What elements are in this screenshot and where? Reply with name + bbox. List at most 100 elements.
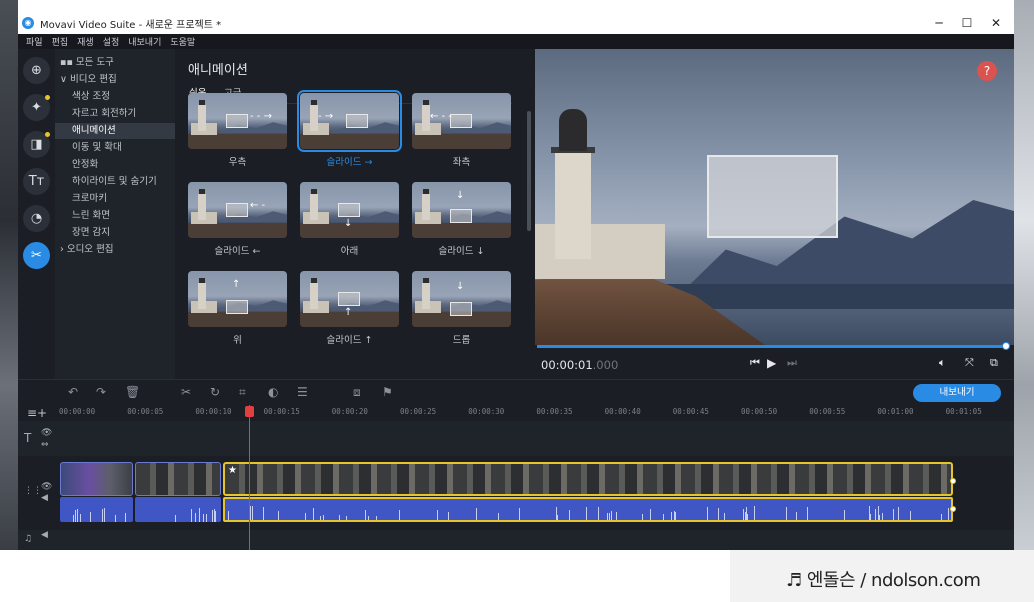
video-clip[interactable] bbox=[60, 462, 133, 496]
tree-item-crop-rotate[interactable]: 자르고 회전하기 bbox=[55, 106, 175, 122]
playback-progress[interactable] bbox=[537, 345, 1007, 348]
marker-icon[interactable]: ⚑ bbox=[382, 385, 393, 399]
audio-waveform[interactable] bbox=[60, 497, 133, 522]
new-indicator-dot bbox=[45, 132, 50, 137]
magic-wand-icon[interactable]: ✦ bbox=[23, 94, 50, 121]
new-indicator-dot bbox=[45, 95, 50, 100]
ruler-tick-label: 00:00:30 bbox=[468, 407, 505, 416]
animation-preset-slide-right[interactable]: - → bbox=[297, 90, 402, 152]
animation-preset-down[interactable]: ↓ bbox=[300, 182, 399, 238]
thumbnail-scenery bbox=[198, 189, 206, 220]
video-clip[interactable] bbox=[135, 462, 221, 496]
tree-item-highlight-conceal[interactable]: 하이라이트 및 숨기기 bbox=[55, 174, 175, 190]
import-icon[interactable]: ⊕ bbox=[23, 57, 50, 84]
color-icon[interactable]: ◐ bbox=[268, 385, 278, 399]
volume-icon[interactable]: 🔈︎ bbox=[939, 356, 946, 370]
motion-arrow-icon: - → bbox=[318, 111, 334, 122]
playback-knob[interactable] bbox=[1002, 342, 1010, 350]
ruler-tick-label: 00:01:00 bbox=[877, 407, 914, 416]
preset-label: 슬라이드 ↑ bbox=[326, 335, 373, 346]
trim-handle[interactable] bbox=[950, 478, 956, 484]
animation-preset-left[interactable]: ← - - bbox=[412, 93, 511, 149]
redo-icon[interactable]: ↷ bbox=[96, 385, 106, 399]
title-track: T 👁︎ ⇔ bbox=[18, 421, 1014, 456]
timeline-ruler[interactable]: ≡+ 00:00:00 00:00:05 00:00:10 00:00:15 00:00… bbox=[18, 405, 1014, 421]
add-track-icon[interactable]: ≡+ bbox=[27, 406, 47, 420]
mute-icon[interactable]: ◀︎ bbox=[41, 530, 48, 540]
delete-icon[interactable]: 🗑︎ bbox=[125, 385, 140, 399]
overlay-icon[interactable]: ⧈ bbox=[353, 385, 361, 400]
tree-item-scene-detection[interactable]: 장면 감지 bbox=[55, 225, 175, 241]
fit-screen-icon[interactable]: ⤧ bbox=[965, 356, 974, 370]
menu-settings[interactable]: 설정 bbox=[103, 35, 120, 48]
animation-preset-slide-left[interactable]: ← - bbox=[188, 182, 287, 238]
audio-waveform[interactable] bbox=[135, 497, 221, 522]
waveform-peak bbox=[607, 513, 608, 520]
tree-item-chroma-key[interactable]: 크로마키 bbox=[55, 191, 175, 207]
animation-panel: 애니메이션 쉬움 고급 - - →우측- →슬라이드 →← - -좌측← -슬라… bbox=[175, 49, 535, 379]
help-button[interactable]: ? bbox=[977, 61, 997, 81]
tree-item-audio-edit[interactable]: › 오디오 편집 bbox=[55, 242, 175, 258]
tree-item-video-edit[interactable]: ∨ 비디오 편집 bbox=[55, 72, 175, 88]
watermark: ♬ 엔돌슨 / ndolson.com bbox=[730, 550, 1034, 602]
menu-playback[interactable]: 재생 bbox=[77, 35, 94, 48]
animation-target-frame[interactable] bbox=[707, 155, 838, 238]
tree-item-color-adjust[interactable]: 색상 조정 bbox=[55, 89, 175, 105]
minimize-button[interactable]: ─ bbox=[924, 12, 954, 34]
transition-icon[interactable]: ◨ bbox=[23, 131, 50, 158]
waveform-peak bbox=[910, 510, 911, 520]
adjust-icon[interactable]: ☰ bbox=[297, 385, 308, 399]
visibility-icon[interactable]: 👁︎ bbox=[41, 482, 52, 492]
animation-preset-drop[interactable]: ↓ bbox=[412, 271, 511, 327]
link-icon[interactable]: ⇔ bbox=[41, 440, 49, 450]
thumbnail-scenery bbox=[422, 100, 430, 131]
stickers-icon[interactable]: ◔ bbox=[23, 205, 50, 232]
motion-arrow-icon: ← - - bbox=[430, 111, 452, 122]
maximize-button[interactable]: ☐ bbox=[952, 12, 982, 34]
close-button[interactable]: ✕ bbox=[981, 12, 1011, 34]
tree-item-animation[interactable]: 애니메이션 bbox=[55, 123, 175, 139]
menu-file[interactable]: 파일 bbox=[26, 35, 43, 48]
trim-handle[interactable] bbox=[950, 506, 956, 512]
mute-icon[interactable]: ◀︎ bbox=[41, 493, 48, 503]
undo-icon[interactable]: ↶ bbox=[68, 385, 78, 399]
waveform-peak bbox=[663, 514, 664, 520]
panel-scrollbar[interactable] bbox=[527, 111, 531, 231]
timeline-toolbar: ↶ ↷ 🗑︎ ✂ ↻ ⌗ ◐ ☰ ⧈ ⚑ 내보내기 bbox=[18, 379, 1014, 405]
tool-rail: ⊕ ✦ ◨ Tт ◔ ✂ bbox=[18, 49, 55, 379]
motion-box bbox=[450, 114, 472, 128]
menu-help[interactable]: 도움말 bbox=[170, 35, 195, 48]
tree-item-pan-zoom[interactable]: 이동 및 확대 bbox=[55, 140, 175, 156]
titles-icon[interactable]: Tт bbox=[23, 168, 50, 195]
animation-preset-up[interactable]: ↑ bbox=[188, 271, 287, 327]
playhead-handle[interactable] bbox=[245, 406, 254, 417]
audio-waveform-selected[interactable] bbox=[223, 497, 953, 522]
play-icon[interactable]: ▶ bbox=[767, 356, 776, 370]
waveform-peak bbox=[80, 513, 81, 522]
visibility-icon[interactable]: 👁︎ bbox=[41, 428, 52, 438]
tree-item-all-tools[interactable]: ▪▪ 모든 도구 bbox=[55, 55, 175, 71]
menu-edit[interactable]: 편집 bbox=[52, 35, 69, 48]
animation-preset-right[interactable]: - - → bbox=[188, 93, 287, 149]
rotate-icon[interactable]: ↻ bbox=[210, 385, 220, 399]
crop-icon[interactable]: ⌗ bbox=[239, 385, 246, 400]
animation-preset-slide-up[interactable]: ↑ bbox=[300, 271, 399, 327]
tree-item-stabilization[interactable]: 안정화 bbox=[55, 157, 175, 173]
tree-item-slow-motion[interactable]: 느린 화면 bbox=[55, 208, 175, 224]
tools-icon[interactable]: ✂ bbox=[23, 242, 50, 269]
skip-back-icon[interactable]: ⏮ bbox=[750, 356, 760, 370]
waveform-peak bbox=[313, 508, 314, 520]
menu-export[interactable]: 내보내기 bbox=[128, 35, 161, 48]
waveform-peak bbox=[611, 511, 612, 520]
animation-preset-slide-down[interactable]: ↓ bbox=[412, 182, 511, 238]
preset-label: 드롭 bbox=[452, 335, 471, 346]
popout-icon[interactable]: ⧉ bbox=[990, 356, 998, 370]
video-clip-selected[interactable]: ★ bbox=[223, 462, 953, 496]
thumbnail-scenery bbox=[188, 223, 287, 238]
playhead-line[interactable] bbox=[249, 405, 250, 550]
thumbnail-scenery bbox=[310, 278, 318, 309]
thumbnail-scenery bbox=[300, 134, 399, 149]
export-button[interactable]: 내보내기 bbox=[913, 384, 1001, 402]
cut-icon[interactable]: ✂ bbox=[181, 385, 191, 399]
skip-forward-icon[interactable]: ⏭ bbox=[787, 356, 797, 370]
